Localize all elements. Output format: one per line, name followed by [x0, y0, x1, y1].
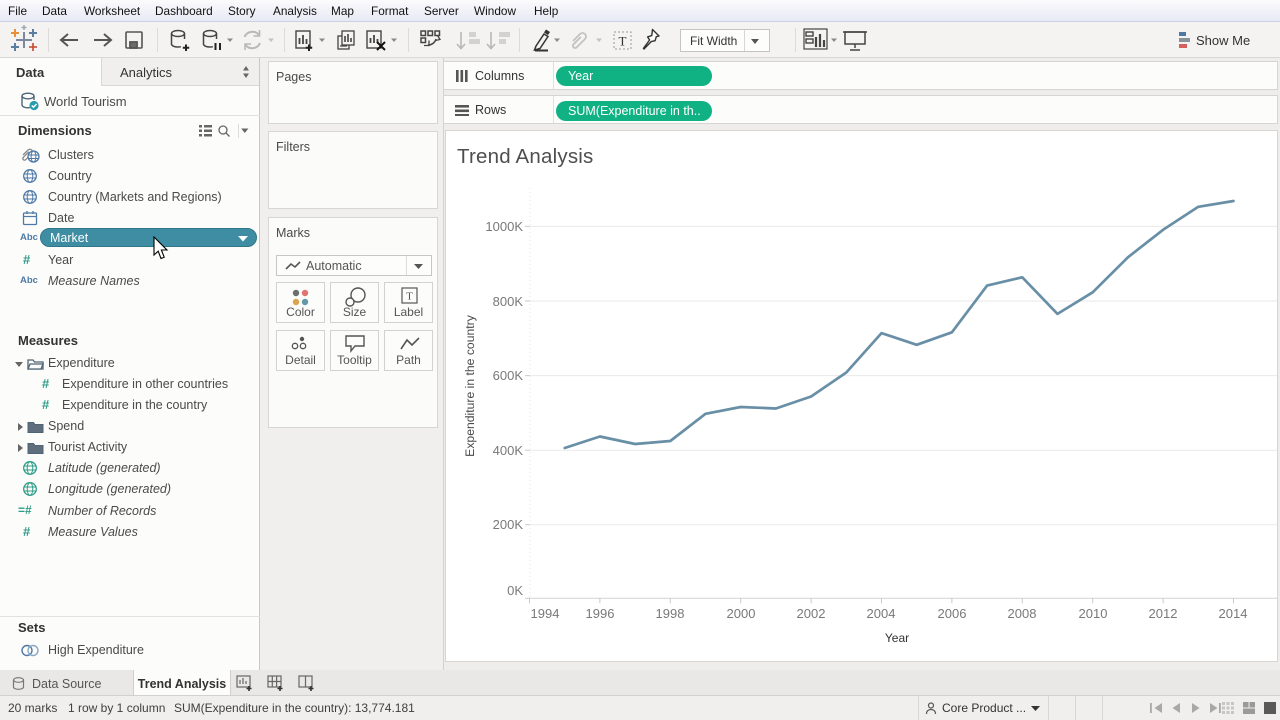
svg-text:T: T	[406, 291, 413, 303]
svg-text:T: T	[619, 34, 627, 49]
